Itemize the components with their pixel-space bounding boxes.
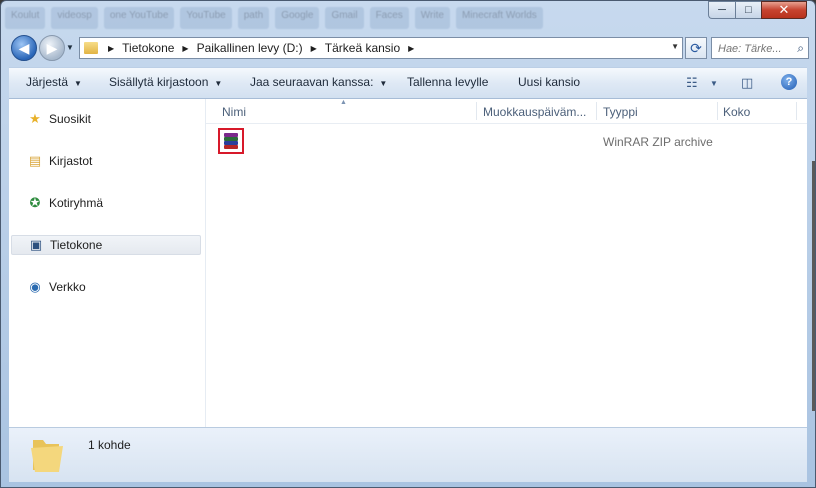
close-button[interactable]: ✕	[761, 1, 807, 19]
breadcrumb-drive[interactable]: Paikallinen levy (D:)	[193, 38, 307, 58]
organize-button[interactable]: Järjestä ▼	[26, 75, 82, 89]
chevron-down-icon: ▼	[379, 79, 388, 88]
background-tab: Gmail	[325, 7, 364, 29]
star-icon: ★	[29, 111, 41, 126]
library-icon: ▤	[28, 153, 42, 168]
organize-label: Järjestä	[26, 75, 69, 89]
forward-button[interactable]: ▶	[39, 35, 65, 61]
background-tab: Koulut	[5, 7, 46, 29]
background-tab: YouTube	[180, 7, 232, 29]
winrar-stack	[223, 133, 239, 149]
refresh-button[interactable]: ⟳	[685, 37, 707, 59]
column-divider[interactable]	[717, 102, 718, 120]
background-tab: Google	[275, 7, 320, 29]
explorer-window: Koulut videosp one YouTube YouTube path …	[0, 0, 816, 488]
back-button[interactable]: ◀	[11, 35, 37, 61]
network-icon: ◉	[29, 279, 41, 294]
caption-buttons: ─ □ ✕	[708, 1, 807, 19]
share-with-label: Jaa seuraavan kanssa:	[250, 75, 374, 89]
column-header-row: ▲ Nimi Muokkauspäiväm... Tyyppi Koko	[206, 99, 807, 124]
column-divider[interactable]	[796, 102, 797, 120]
winrar-book-red	[224, 145, 238, 149]
winrar-icon[interactable]	[218, 128, 244, 154]
arrow-left-icon: ◀	[18, 39, 30, 56]
background-tab: one YouTube	[103, 7, 175, 29]
breadcrumb-folder[interactable]: Tärkeä kansio	[321, 38, 404, 58]
nav-item-computer[interactable]: ▣ Tietokone	[11, 235, 201, 255]
chevron-down-icon: ▼	[74, 79, 82, 88]
navigation-pane: ★ Suosikit ▤ Kirjastot ✪ Kotiryhmä ▣ Tie…	[9, 99, 206, 427]
address-bar[interactable]: ▶ Tietokone ▶ Paikallinen levy (D:) ▶ Tä…	[79, 37, 683, 59]
search-icon[interactable]: ⌕	[797, 41, 804, 56]
search-input[interactable]	[716, 39, 794, 59]
file-type: WinRAR ZIP archive	[603, 135, 713, 149]
file-row[interactable]: WinRAR ZIP archive	[206, 127, 807, 154]
column-divider[interactable]	[476, 102, 477, 120]
navigation-bar: ◀ ▶ ▼ ▶ Tietokone ▶ Paikallinen levy (D:…	[9, 33, 809, 63]
homegroup-icon: ✪	[29, 195, 41, 210]
view-options-icon[interactable]: ☷	[686, 75, 698, 91]
nav-label: Kirjastot	[49, 154, 93, 168]
background-tab: Minecraft Worlds	[455, 7, 543, 29]
background-tab: videosp	[51, 7, 98, 29]
breadcrumb-separator-icon[interactable]: ▶	[307, 44, 321, 53]
nav-item-homegroup[interactable]: ✪ Kotiryhmä	[11, 193, 201, 213]
maximize-button[interactable]: □	[735, 1, 761, 19]
share-with-button[interactable]: Jaa seuraavan kanssa: ▼	[250, 75, 387, 89]
details-pane: 1 kohde	[9, 427, 807, 482]
search-box[interactable]: ⌕	[711, 37, 809, 59]
breadcrumb-separator-icon[interactable]: ▶	[104, 44, 118, 53]
new-folder-button[interactable]: Uusi kansio	[518, 75, 580, 89]
command-bar: Järjestä ▼ Sisällytä kirjastoon ▼ Jaa seur…	[9, 67, 807, 99]
include-in-library-button[interactable]: Sisällytä kirjastoon ▼	[109, 75, 222, 89]
arrow-right-icon: ▶	[46, 39, 58, 56]
nav-label: Tietokone	[50, 238, 103, 252]
window-edge	[812, 161, 815, 411]
folder-icon	[84, 42, 98, 54]
file-list: ▲ Nimi Muokkauspäiväm... Tyyppi Koko Win…	[206, 99, 807, 427]
nav-item-network[interactable]: ◉ Verkko	[11, 277, 201, 297]
address-dropdown-icon[interactable]: ▼	[671, 42, 679, 51]
nav-item-favorites[interactable]: ★ Suosikit	[11, 109, 201, 129]
background-tabs: Koulut videosp one YouTube YouTube path …	[1, 1, 701, 33]
column-header-type[interactable]: Tyyppi	[603, 105, 638, 119]
help-icon[interactable]: ?	[781, 74, 797, 90]
column-header-modified[interactable]: Muokkauspäiväm...	[483, 105, 586, 119]
background-tab: Faces	[369, 7, 409, 29]
computer-icon: ▣	[29, 237, 43, 252]
breadcrumb-separator-icon[interactable]: ▶	[404, 44, 418, 53]
content-area: ★ Suosikit ▤ Kirjastot ✪ Kotiryhmä ▣ Tie…	[9, 99, 807, 427]
background-tab: path	[237, 7, 270, 29]
column-divider[interactable]	[596, 102, 597, 120]
minimize-button[interactable]: ─	[708, 1, 735, 19]
burn-button[interactable]: Tallenna levylle	[407, 75, 488, 89]
nav-label: Verkko	[49, 280, 86, 294]
background-tab: Write	[414, 7, 450, 29]
include-library-label: Sisällytä kirjastoon	[109, 75, 209, 89]
column-header-name[interactable]: Nimi	[222, 105, 246, 119]
column-header-size[interactable]: Koko	[723, 105, 750, 119]
breadcrumb-computer[interactable]: Tietokone	[118, 38, 178, 58]
breadcrumb-separator-icon[interactable]: ▶	[178, 44, 192, 53]
preview-pane-icon[interactable]: ◫	[741, 75, 753, 91]
view-dropdown-icon[interactable]: ▼	[710, 79, 718, 88]
nav-item-libraries[interactable]: ▤ Kirjastot	[11, 151, 201, 171]
folder-icon	[31, 440, 63, 472]
nav-label: Suosikit	[49, 112, 92, 126]
item-count: 1 kohde	[88, 438, 131, 452]
nav-label: Kotiryhmä	[49, 196, 104, 210]
sort-ascending-icon: ▲	[340, 99, 347, 106]
recent-pages-dropdown-icon[interactable]: ▼	[66, 43, 74, 52]
chevron-down-icon: ▼	[214, 79, 223, 88]
refresh-icon: ⟳	[690, 39, 702, 56]
